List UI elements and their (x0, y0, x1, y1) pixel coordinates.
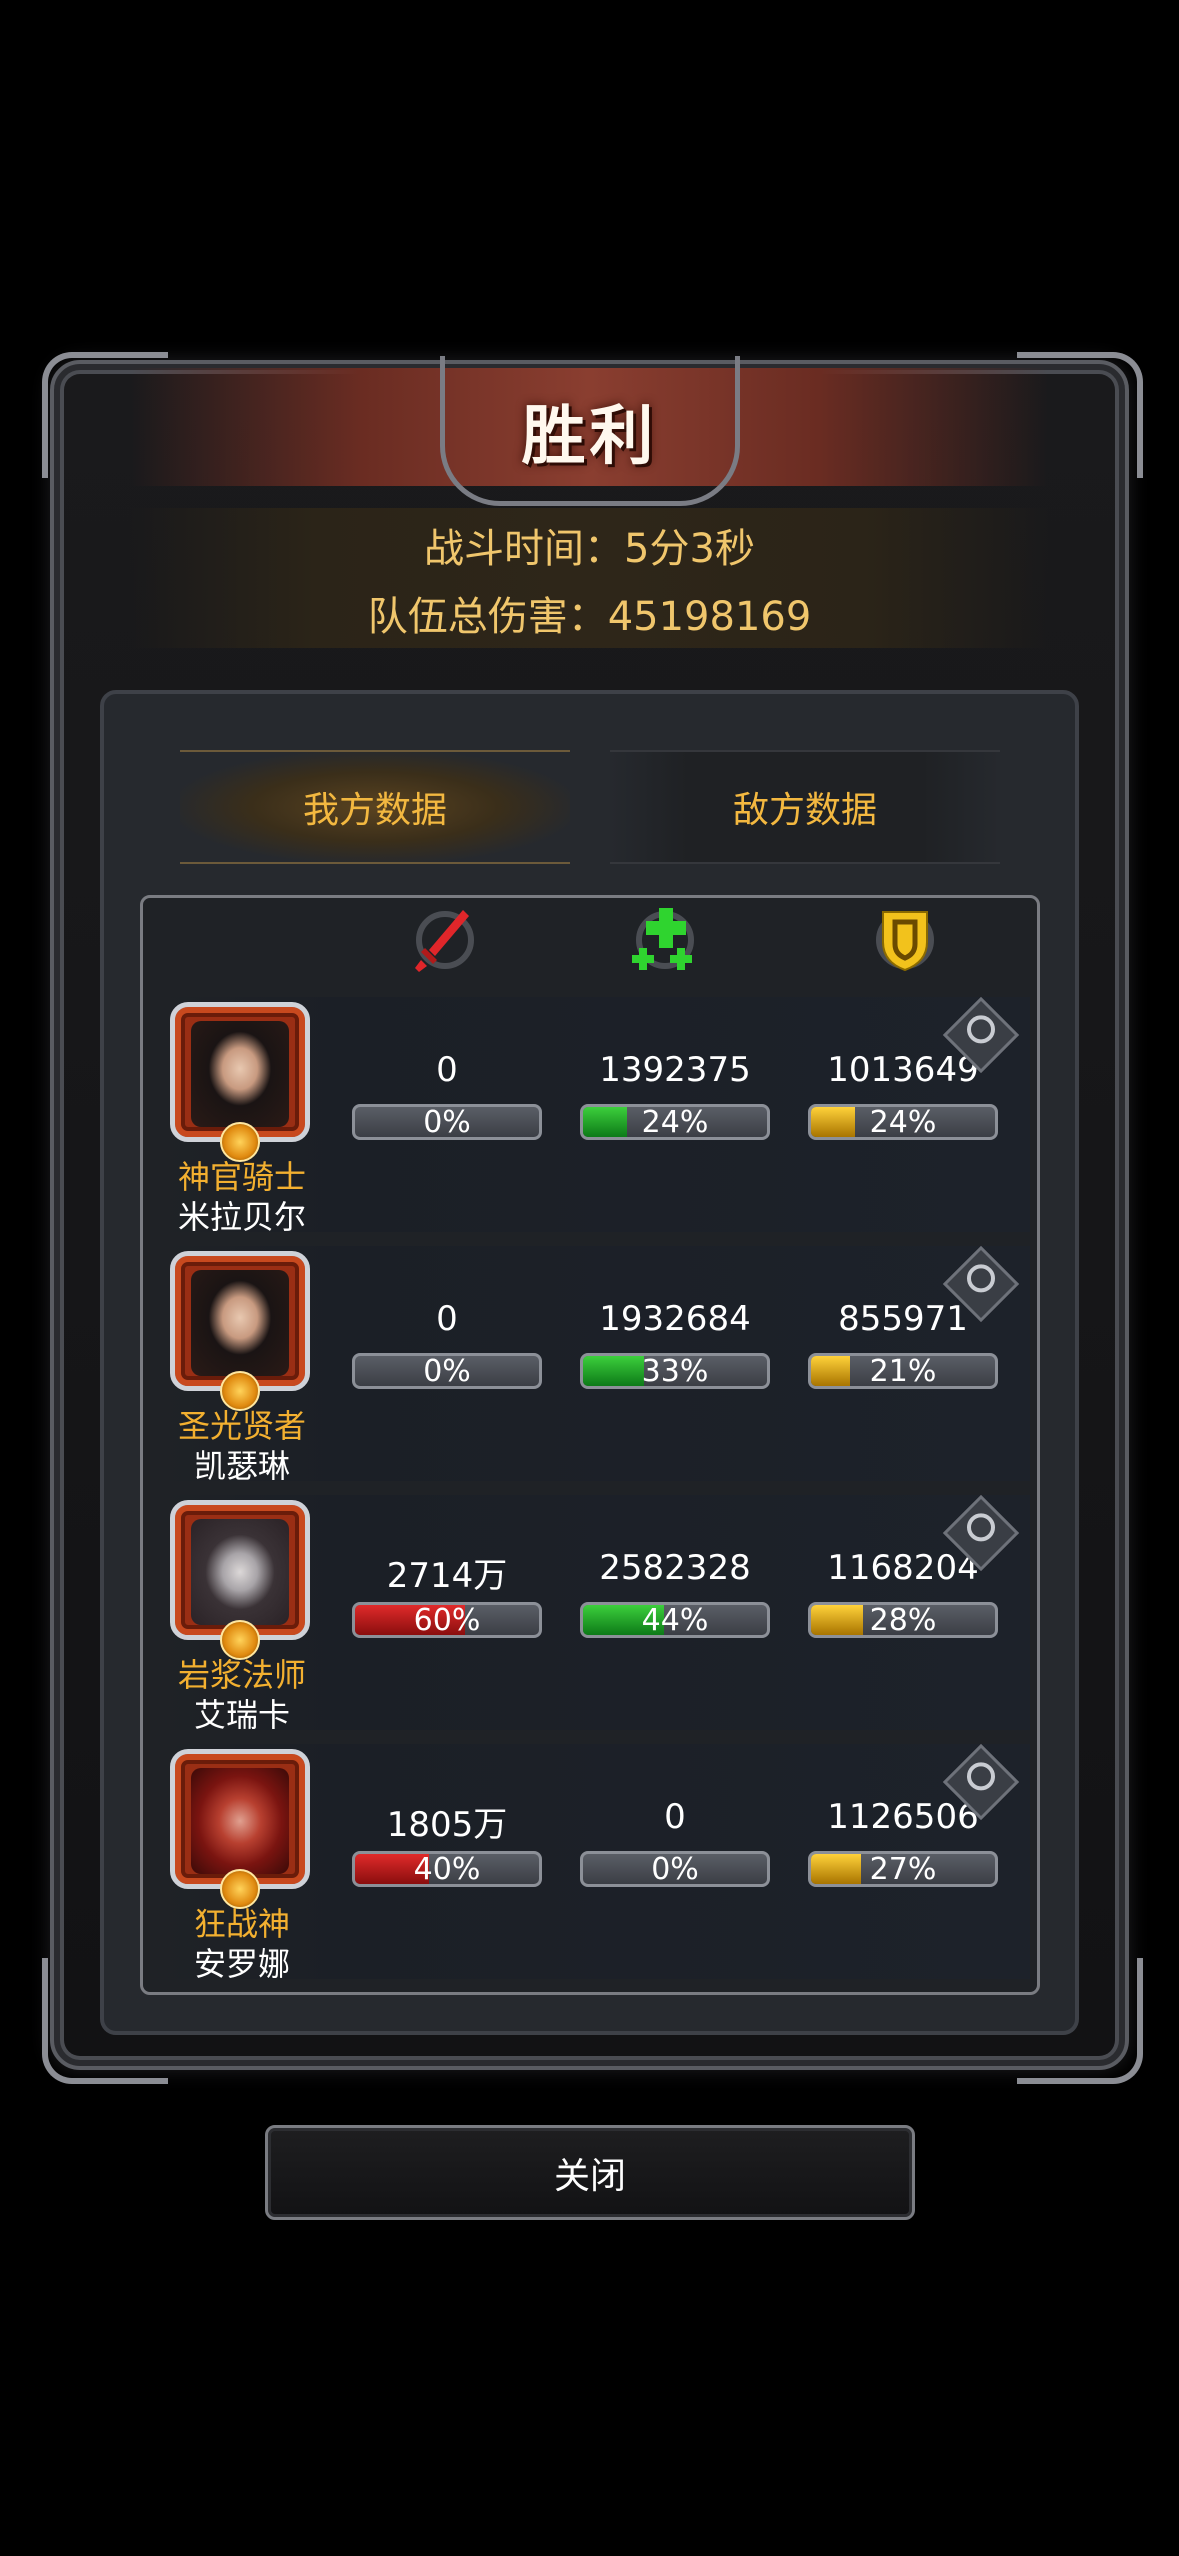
heal-bar: 33% (580, 1353, 770, 1389)
tab-our-data[interactable]: 我方数据 (180, 750, 570, 864)
hero-face (191, 1270, 289, 1376)
tab-our-data-label: 我方数据 (302, 790, 447, 831)
heal-value: 2582328 (599, 1548, 751, 1588)
hero-portrait[interactable] (170, 1002, 310, 1142)
hero-face (191, 1021, 289, 1127)
tank-percent: 28% (869, 1603, 937, 1638)
tank-bar: 24% (808, 1104, 998, 1140)
damage-percent: 40% (413, 1852, 481, 1887)
damage-percent: 0% (423, 1105, 471, 1140)
hero-portrait[interactable] (170, 1251, 310, 1391)
heal-value: 1392375 (599, 1050, 751, 1090)
heal-cross-icon (632, 908, 694, 970)
heal-bar: 24% (580, 1104, 770, 1140)
close-button-label: 关闭 (553, 2155, 626, 2197)
tank-bar: 21% (808, 1353, 998, 1389)
tank-percent: 27% (869, 1852, 937, 1887)
heal-percent: 44% (641, 1603, 709, 1638)
damage-value: 0 (436, 1050, 458, 1090)
damage-bar: 0% (352, 1353, 542, 1389)
tab-enemy-data-label: 敌方数据 (732, 790, 877, 831)
team-total-damage: 队伍总伤害：45198169 (367, 594, 812, 640)
hero-name: 凯瑟琳 (193, 1447, 290, 1485)
hero-portrait[interactable] (170, 1500, 310, 1640)
heal-value: 1932684 (599, 1299, 751, 1339)
battle-time: 战斗时间：5分3秒 (424, 526, 755, 572)
hero-portrait[interactable] (170, 1749, 310, 1889)
hero-face (191, 1519, 289, 1625)
hero-name: 艾瑞卡 (193, 1696, 290, 1734)
hero-name: 米拉贝尔 (177, 1198, 306, 1236)
heal-percent: 24% (641, 1105, 709, 1140)
tab-enemy-data[interactable]: 敌方数据 (610, 750, 1000, 864)
heal-percent: 0% (651, 1852, 699, 1887)
tank-bar: 28% (808, 1602, 998, 1638)
damage-percent: 0% (423, 1354, 471, 1389)
heal-value: 0 (664, 1797, 686, 1837)
tank-percent: 21% (869, 1354, 937, 1389)
hero-face (191, 1768, 289, 1874)
damage-bar: 0% (352, 1104, 542, 1140)
damage-value: 0 (436, 1299, 458, 1339)
hero-name: 安罗娜 (193, 1945, 290, 1983)
damage-percent: 60% (413, 1603, 481, 1638)
tank-percent: 24% (869, 1105, 937, 1140)
heal-bar: 0% (580, 1851, 770, 1887)
damage-value: 1805万 (386, 1805, 508, 1845)
heal-percent: 33% (641, 1354, 709, 1389)
sword-icon (415, 910, 474, 972)
damage-value: 2714万 (386, 1556, 508, 1596)
damage-bar: 60% (352, 1602, 542, 1638)
tank-bar: 27% (808, 1851, 998, 1887)
close-button[interactable]: 关闭 (265, 2125, 915, 2220)
victory-title: 胜利 (521, 400, 658, 474)
damage-bar: 40% (352, 1851, 542, 1887)
shield-icon (876, 911, 934, 972)
heal-bar: 44% (580, 1602, 770, 1638)
